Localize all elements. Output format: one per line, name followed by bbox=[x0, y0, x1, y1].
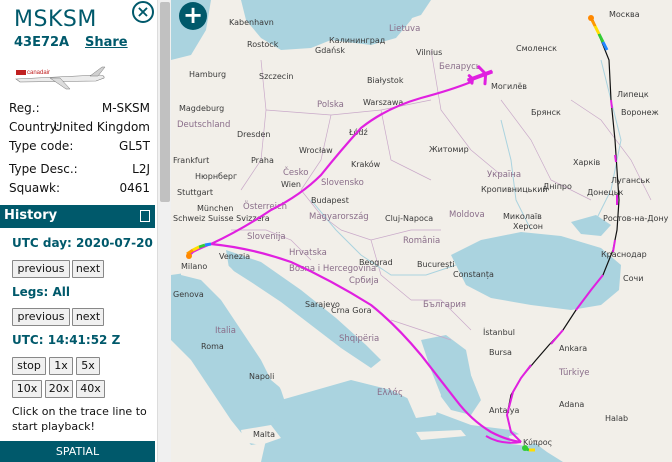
speed-10x-button[interactable]: 10x bbox=[12, 380, 42, 398]
zoom-in-button[interactable]: + bbox=[179, 2, 207, 30]
field-squawk-value: 0461 bbox=[119, 181, 150, 195]
speed-1x-button[interactable]: 1x bbox=[49, 357, 73, 375]
playback-hint: Click on the trace line to start playbac… bbox=[12, 405, 147, 433]
map-view[interactable]: Kabenhavn Калининград Lietuva Vilnius Ro… bbox=[171, 0, 672, 462]
legs-label: Legs: All bbox=[12, 285, 71, 299]
share-link[interactable]: Share bbox=[85, 35, 128, 50]
next-leg-button[interactable]: next bbox=[72, 308, 104, 326]
aircraft-hex: 43E72A bbox=[14, 35, 70, 50]
aircraft-callsign: MSKSM bbox=[14, 7, 97, 32]
history-title: History bbox=[4, 208, 58, 223]
speed-5x-button[interactable]: 5x bbox=[76, 357, 100, 375]
aircraft-photo[interactable]: canadair bbox=[10, 63, 108, 93]
close-icon[interactable]: × bbox=[132, 1, 154, 23]
field-reg-key: Reg.: bbox=[9, 101, 40, 115]
spatial-tab[interactable]: SPATIAL bbox=[0, 441, 155, 462]
speed-40x-button[interactable]: 40x bbox=[76, 380, 105, 398]
field-country-value: United Kingdom bbox=[53, 120, 150, 134]
speed-20x-button[interactable]: 20x bbox=[45, 380, 73, 398]
field-type-code-key: Type code: bbox=[9, 139, 74, 153]
scrollbar-thumb[interactable] bbox=[160, 2, 170, 202]
previous-leg-button[interactable]: previous bbox=[12, 308, 70, 326]
photo-caption: canadair bbox=[27, 70, 50, 76]
field-type-desc-value: L2J bbox=[132, 162, 150, 176]
stop-button[interactable]: stop bbox=[12, 357, 46, 375]
sidebar-scrollbar[interactable] bbox=[157, 0, 172, 462]
field-country-key: Country: bbox=[9, 120, 60, 134]
next-day-button[interactable]: next bbox=[72, 260, 104, 278]
field-type-desc-key: Type Desc.: bbox=[9, 162, 78, 176]
flight-trace[interactable] bbox=[171, 0, 672, 462]
previous-day-button[interactable]: previous bbox=[12, 260, 70, 278]
aircraft-info-panel: MSKSM × 43E72A Share canadair Reg.: M-SK… bbox=[0, 0, 157, 462]
field-squawk-key: Squawk: bbox=[9, 181, 60, 195]
collapse-icon[interactable] bbox=[140, 210, 150, 222]
aircraft-icon[interactable] bbox=[465, 63, 496, 89]
utc-time-label: UTC: 14:41:52 Z bbox=[12, 333, 121, 347]
field-reg-value: M-SKSM bbox=[101, 101, 150, 115]
history-header[interactable]: History bbox=[0, 205, 155, 228]
field-type-code-value: GL5T bbox=[119, 139, 150, 153]
utc-day-label: UTC day: 2020-07-20 bbox=[12, 236, 153, 250]
